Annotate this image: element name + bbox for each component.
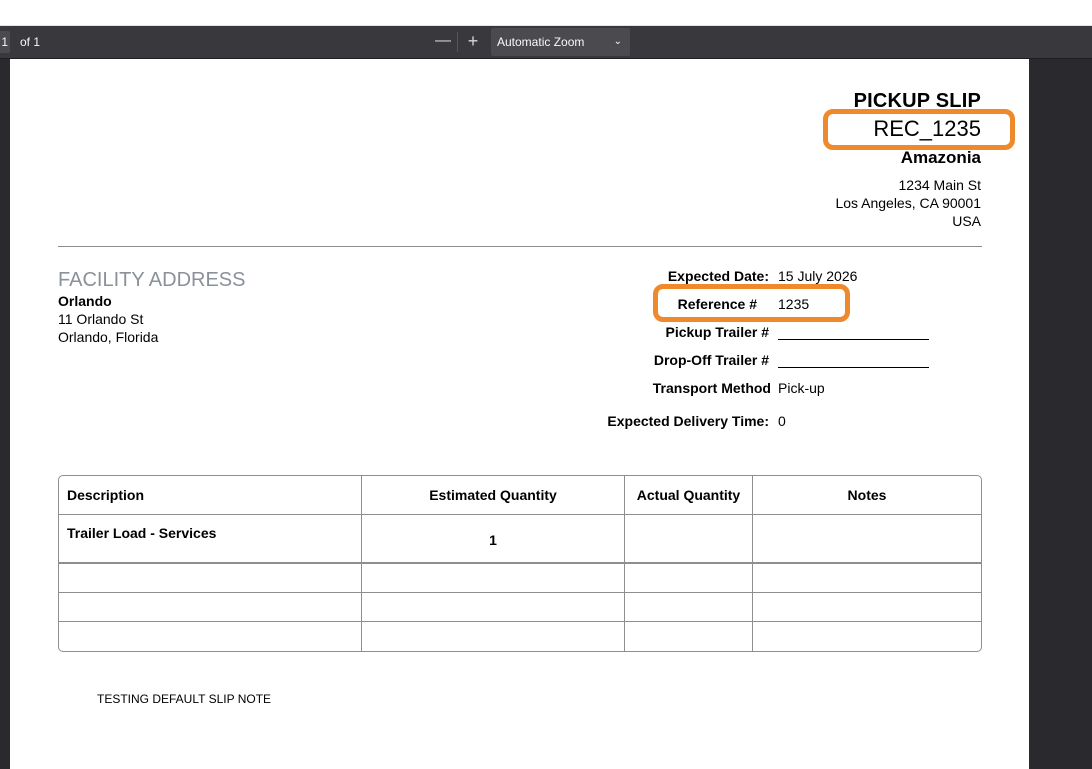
table-cell-estimated-quantity: 1 <box>362 515 625 564</box>
slip-note: TESTING DEFAULT SLIP NOTE <box>97 692 272 706</box>
table-cell <box>362 593 625 622</box>
table-cell-description: Trailer Load - Services <box>59 515 362 564</box>
table-cell-notes <box>753 515 981 564</box>
facility-heading: FACILITY ADDRESS <box>58 269 246 291</box>
table-cell-actual-quantity <box>625 515 753 564</box>
table-cell <box>59 622 362 651</box>
table-row-empty <box>59 564 981 593</box>
table-row: Trailer Load - Services 1 <box>59 515 981 564</box>
table-cell <box>625 564 753 593</box>
column-header-actual-quantity: Actual Quantity <box>625 476 753 515</box>
pickup-trailer-line <box>778 339 929 340</box>
expected-date-value: 15 July 2026 <box>778 268 858 284</box>
chevron-down-icon: ⌄ <box>613 36 622 47</box>
company-address-line: 1234 Main St <box>898 177 982 193</box>
dropoff-trailer-label: Drop-Off Trailer # <box>653 352 769 368</box>
facility-street: 11 Orlando St <box>58 311 144 327</box>
facility-name: Orlando <box>58 293 112 309</box>
table-cell <box>362 622 625 651</box>
zoom-select-label: Automatic Zoom <box>497 35 585 49</box>
toolbar-separator <box>457 32 458 52</box>
table-cell <box>753 564 981 593</box>
dropoff-trailer-line <box>778 367 929 368</box>
table-cell <box>59 593 362 622</box>
table-row-empty <box>59 622 981 651</box>
table-cell <box>625 593 753 622</box>
transport-method-label: Transport Method <box>652 380 771 396</box>
browser-top-strip <box>0 0 1092 26</box>
header-divider <box>58 246 982 247</box>
page-number-input[interactable]: 1 <box>0 31 10 53</box>
table-cell <box>625 622 753 651</box>
page-count-label: of 1 <box>20 35 41 49</box>
slip-number-highlight <box>823 109 1015 150</box>
table-cell <box>59 564 362 593</box>
pickup-trailer-label: Pickup Trailer # <box>665 324 770 340</box>
facility-address: FACILITY ADDRESS Orlando 11 Orlando St O… <box>58 268 245 346</box>
table-cell <box>753 622 981 651</box>
expected-date-label: Expected Date: <box>667 268 769 284</box>
column-header-description: Description <box>59 476 362 515</box>
items-table: Description Estimated Quantity Actual Qu… <box>58 475 982 652</box>
column-header-notes: Notes <box>753 476 981 515</box>
zoom-out-button[interactable]: — <box>432 30 454 54</box>
zoom-in-button[interactable]: + <box>462 30 484 54</box>
reference-highlight <box>653 284 850 322</box>
table-cell <box>753 593 981 622</box>
column-header-estimated-quantity: Estimated Quantity <box>362 476 625 515</box>
table-cell <box>362 564 625 593</box>
table-header-row: Description Estimated Quantity Actual Qu… <box>59 476 981 515</box>
expected-delivery-label: Expected Delivery Time: <box>607 413 769 429</box>
pdf-page: PICKUP SLIP REC_1235 Amazonia 1234 Main … <box>10 59 1029 769</box>
zoom-select[interactable]: Automatic Zoom ⌄ <box>491 28 630 56</box>
company-address-line: USA <box>952 213 981 229</box>
company-name: Amazonia <box>900 148 981 167</box>
expected-delivery-value: 0 <box>778 413 786 429</box>
company-address: 1234 Main St Los Angeles, CA 90001 USA <box>835 176 981 230</box>
company-address-line: Los Angeles, CA 90001 <box>835 195 981 211</box>
facility-city: Orlando, Florida <box>58 329 159 345</box>
transport-method-value: Pick-up <box>778 380 825 396</box>
table-row-empty <box>59 593 981 622</box>
pdf-toolbar: 1 of 1 — + Automatic Zoom ⌄ <box>0 26 1092 59</box>
